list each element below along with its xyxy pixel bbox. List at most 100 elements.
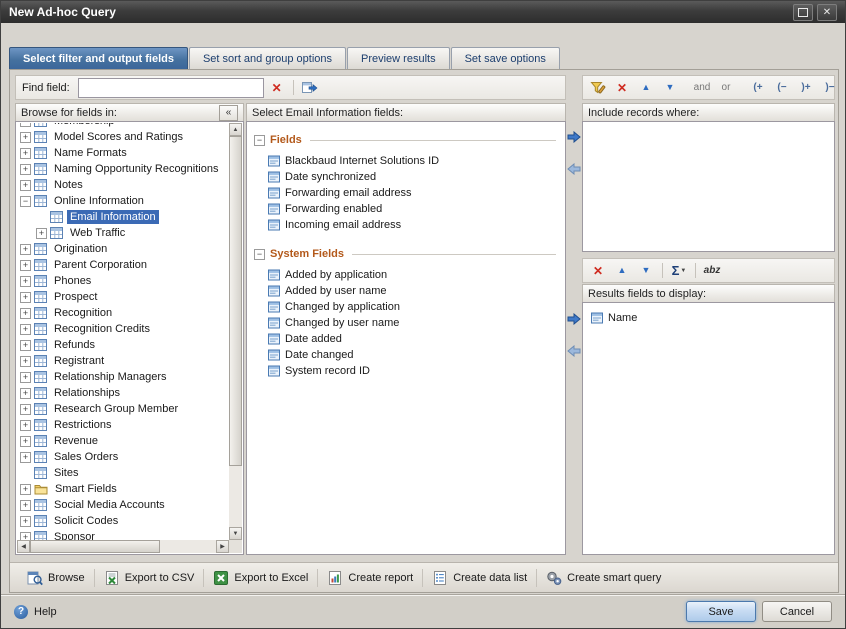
field-item[interactable]: Incoming email address — [254, 217, 560, 233]
create-data-list-button[interactable]: Create data list — [423, 567, 536, 589]
or-button[interactable]: or — [715, 78, 737, 97]
add-open-paren-button[interactable]: (+ — [747, 78, 769, 97]
scroll-left-button[interactable]: ◀ — [17, 540, 30, 553]
field-item[interactable]: Changed by application — [254, 299, 560, 315]
clear-find-button[interactable]: ✕ — [266, 78, 288, 97]
tree-horizontal-scrollbar[interactable]: ◀ ▶ — [17, 540, 229, 553]
tree-item[interactable]: + Prospect — [17, 289, 229, 305]
vertical-scroll-thumb[interactable] — [229, 136, 242, 466]
tree-item[interactable]: + Restrictions — [17, 417, 229, 433]
field-item[interactable]: Added by user name — [254, 283, 560, 299]
tab-set-sort-and-group-options[interactable]: Set sort and group options — [188, 47, 346, 70]
and-button[interactable]: and — [691, 78, 713, 97]
add-filter-field-button[interactable] — [566, 130, 582, 144]
tree-item[interactable]: + Revenue — [17, 433, 229, 449]
tree-item[interactable]: + Smart Fields — [17, 481, 229, 497]
move-output-down-button[interactable]: ▼ — [635, 261, 657, 280]
tree-expander-icon[interactable]: + — [20, 291, 31, 303]
tree-expander-icon[interactable]: + — [20, 387, 31, 399]
tree-expander-icon[interactable]: + — [20, 131, 31, 143]
tab-set-save-options[interactable]: Set save options — [450, 47, 560, 70]
tree-expander-icon[interactable]: + — [20, 123, 31, 127]
tree-expander-icon[interactable]: + — [20, 515, 31, 527]
field-item[interactable]: Date synchronized — [254, 169, 560, 185]
tree-item[interactable]: + Origination — [17, 241, 229, 257]
tree-item[interactable]: + Sales Orders — [17, 449, 229, 465]
remove-open-paren-button[interactable]: (− — [771, 78, 793, 97]
tree-item[interactable]: + Notes — [17, 177, 229, 193]
field-item[interactable]: System record ID — [254, 363, 560, 379]
create-smart-query-button[interactable]: Create smart query — [537, 567, 670, 589]
minimize-button[interactable] — [793, 3, 813, 21]
add-output-field-button[interactable] — [566, 312, 582, 326]
tree-expander-icon[interactable]: + — [20, 419, 31, 431]
tree-expander-icon[interactable]: + — [20, 259, 31, 271]
tree-item[interactable]: + Parent Corporation — [17, 257, 229, 273]
field-item[interactable]: Changed by user name — [254, 315, 560, 331]
remove-close-paren-button[interactable]: )− — [819, 78, 841, 97]
tree-expander-icon[interactable]: + — [20, 147, 31, 159]
summarize-button[interactable]: Σ ▼ — [668, 261, 690, 280]
tree-item[interactable]: + Sponsor — [17, 529, 229, 540]
tree-item[interactable]: + Name Formats — [17, 145, 229, 161]
tree-vertical-scrollbar[interactable]: ▲ ▼ — [229, 123, 242, 540]
tree-item[interactable]: + Web Traffic — [17, 225, 229, 241]
tree-expander-icon[interactable]: + — [20, 531, 31, 540]
tree-expander-icon[interactable]: − — [20, 195, 31, 207]
field-item[interactable]: Added by application — [254, 267, 560, 283]
find-field-input[interactable] — [77, 77, 264, 98]
create-report-button[interactable]: Create report — [318, 567, 422, 589]
tree-item[interactable]: + Recognition Credits — [17, 321, 229, 337]
horizontal-scroll-thumb[interactable] — [30, 540, 160, 553]
move-filter-up-button[interactable]: ▲ — [635, 78, 657, 97]
tree-expander-icon[interactable]: + — [20, 243, 31, 255]
tree-expander-icon[interactable]: + — [20, 307, 31, 319]
tree-expander-icon[interactable]: + — [36, 227, 47, 239]
tree-expander-icon[interactable]: + — [20, 275, 31, 287]
field-item[interactable]: Blackbaud Internet Solutions ID — [254, 153, 560, 169]
tree-item[interactable]: + Social Media Accounts — [17, 497, 229, 513]
tree-expander-icon[interactable]: + — [20, 435, 31, 447]
include-records-panel[interactable] — [582, 121, 835, 252]
tree-expander-icon[interactable]: + — [20, 339, 31, 351]
browse-button[interactable]: Browse — [18, 567, 94, 589]
delete-filter-button[interactable]: ✕ — [611, 78, 633, 97]
edit-filter-button[interactable] — [587, 78, 609, 97]
tree-item[interactable]: Sites — [17, 465, 229, 481]
field-item[interactable]: Forwarding email address — [254, 185, 560, 201]
field-item[interactable]: Forwarding enabled — [254, 201, 560, 217]
save-button[interactable]: Save — [686, 601, 756, 622]
tree-expander-icon[interactable]: + — [20, 499, 31, 511]
delete-output-button[interactable]: ✕ — [587, 261, 609, 280]
rename-column-button[interactable]: abz — [701, 261, 723, 280]
tree-expander-icon[interactable]: + — [20, 451, 31, 463]
scroll-down-button[interactable]: ▼ — [229, 527, 242, 540]
add-close-paren-button[interactable]: )+ — [795, 78, 817, 97]
tree-expander-icon[interactable]: + — [20, 179, 31, 191]
result-field-item[interactable]: Name — [591, 310, 829, 326]
tree-item[interactable]: + Relationship Managers — [17, 369, 229, 385]
scroll-right-button[interactable]: ▶ — [216, 540, 229, 553]
help-button[interactable]: ? Help — [14, 604, 680, 619]
export-to-excel-button[interactable]: Export to Excel — [204, 567, 317, 589]
tree-expander-icon[interactable]: + — [20, 163, 31, 175]
tree-item[interactable]: + Registrant — [17, 353, 229, 369]
cancel-button[interactable]: Cancel — [762, 601, 832, 622]
tree-expander-icon[interactable]: + — [20, 355, 31, 367]
move-filter-down-button[interactable]: ▼ — [659, 78, 681, 97]
close-button[interactable]: ✕ — [817, 3, 837, 21]
tree-expander-icon[interactable]: + — [20, 483, 31, 495]
tree-item[interactable]: + Solicit Codes — [17, 513, 229, 529]
field-item[interactable]: Date changed — [254, 347, 560, 363]
remove-output-field-button[interactable] — [566, 344, 582, 358]
remove-filter-field-button[interactable] — [566, 162, 582, 176]
collapse-panel-button[interactable]: « — [219, 104, 238, 121]
field-item[interactable]: Date added — [254, 331, 560, 347]
tree-expander-icon[interactable]: + — [20, 371, 31, 383]
tree-item[interactable]: + Recognition — [17, 305, 229, 321]
tree-item[interactable]: + Naming Opportunity Recognitions — [17, 161, 229, 177]
tree-item[interactable]: + Phones — [17, 273, 229, 289]
tab-select-filter-and-output-fields[interactable]: Select filter and output fields — [9, 47, 188, 70]
tree-item[interactable]: + Research Group Member — [17, 401, 229, 417]
group-collapse-icon[interactable]: − — [254, 248, 265, 260]
